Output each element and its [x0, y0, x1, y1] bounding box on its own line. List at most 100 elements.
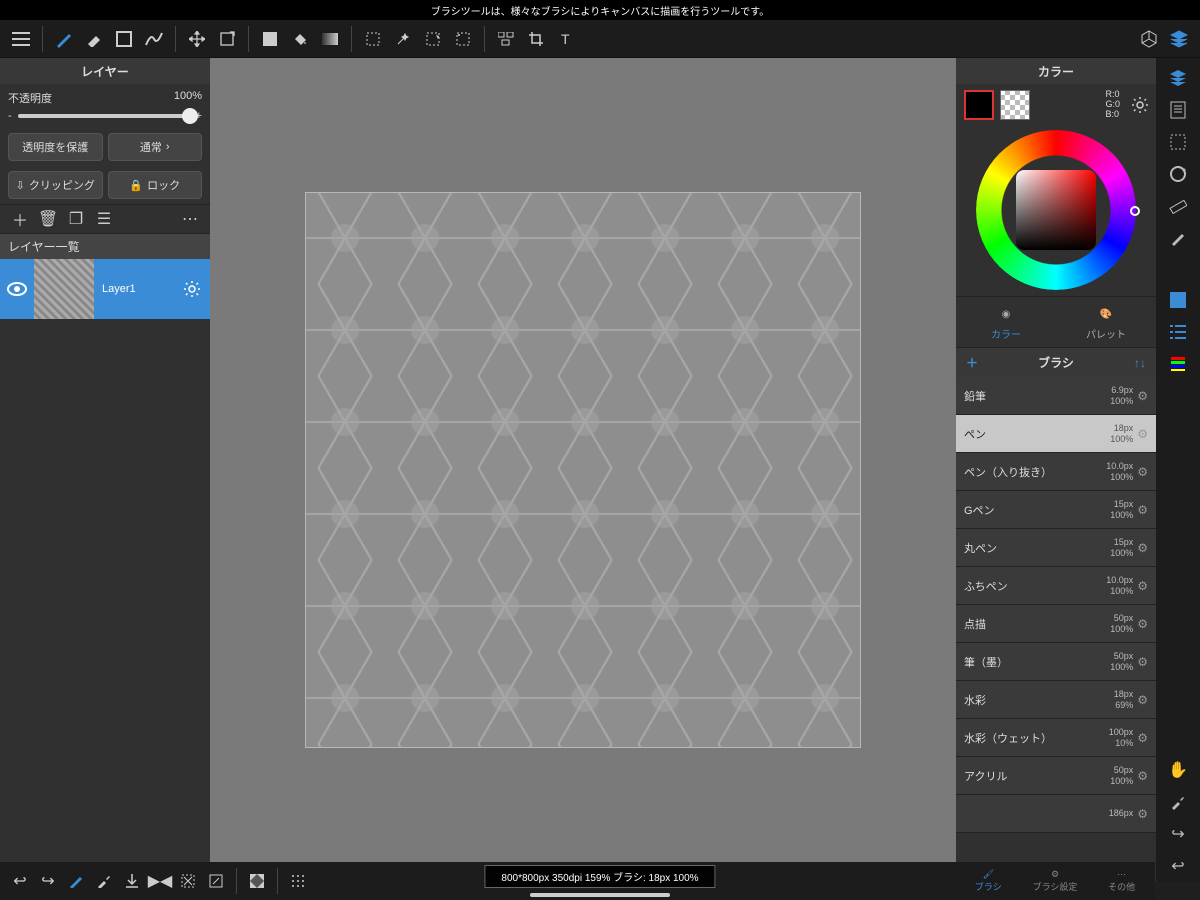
download-icon[interactable] — [118, 866, 146, 896]
brush-item-gear-icon[interactable]: ⚙ — [1137, 503, 1148, 517]
brush-item[interactable]: アクリル50px100%⚙ — [956, 757, 1156, 795]
rail-layers-icon[interactable] — [1163, 62, 1193, 94]
rail-hand-icon[interactable]: ✋ — [1163, 754, 1193, 786]
color-title: カラー — [956, 58, 1156, 84]
opacity-minus[interactable]: - — [8, 110, 12, 122]
brush-item[interactable]: 点描50px100%⚙ — [956, 605, 1156, 643]
gradient-tool-icon[interactable] — [315, 24, 345, 54]
bucket-tool-icon[interactable] — [285, 24, 315, 54]
brush-item-gear-icon[interactable]: ⚙ — [1137, 617, 1148, 631]
shape-tool-icon[interactable] — [109, 24, 139, 54]
undo-icon[interactable]: ↩ — [6, 866, 34, 896]
brush-item[interactable]: 丸ペン15px100%⚙ — [956, 529, 1156, 567]
brush-item[interactable]: ペン（入り抜き）10.0px100%⚙ — [956, 453, 1156, 491]
lock-button[interactable]: 🔒ロック — [108, 171, 203, 199]
tab-color[interactable]: ◉カラー — [956, 297, 1056, 347]
tab-palette[interactable]: 🎨パレット — [1056, 297, 1156, 347]
brush-item[interactable]: Gペン15px100%⚙ — [956, 491, 1156, 529]
brush-item-gear-icon[interactable]: ⚙ — [1137, 769, 1148, 783]
wand-tool-icon[interactable] — [388, 24, 418, 54]
brush-item-gear-icon[interactable]: ⚙ — [1137, 807, 1148, 821]
fill-tool-icon[interactable] — [255, 24, 285, 54]
brush-item[interactable]: 鉛筆6.9px100%⚙ — [956, 377, 1156, 415]
background-swatch[interactable] — [1000, 90, 1030, 120]
brush-add-icon[interactable]: ＋ — [966, 354, 978, 371]
tab-other[interactable]: ⋯その他 — [1088, 862, 1155, 900]
brush-item[interactable]: 水彩18px69%⚙ — [956, 681, 1156, 719]
color-settings-icon[interactable] — [1132, 97, 1148, 113]
brush-item-gear-icon[interactable]: ⚙ — [1137, 731, 1148, 745]
brush-item-gear-icon[interactable]: ⚙ — [1137, 693, 1148, 707]
path-tool-icon[interactable] — [139, 24, 169, 54]
brush-item-gear-icon[interactable]: ⚙ — [1137, 427, 1148, 441]
brush-meta: 50px100% — [1110, 765, 1133, 786]
brush-item[interactable]: 186px⚙ — [956, 795, 1156, 833]
redo-icon[interactable]: ↪ — [34, 866, 62, 896]
brush-item-gear-icon[interactable]: ⚙ — [1137, 389, 1148, 403]
select-modify-icon[interactable] — [418, 24, 448, 54]
material-icon[interactable] — [243, 866, 271, 896]
eraser-tool-icon[interactable] — [79, 24, 109, 54]
lasso-icon[interactable] — [448, 24, 478, 54]
brush-item-gear-icon[interactable]: ⚙ — [1137, 541, 1148, 555]
brush-sort-icon[interactable]: ↑↓ — [1134, 356, 1146, 370]
layer-settings-icon[interactable] — [174, 280, 210, 298]
rail-color-icon[interactable] — [1163, 284, 1193, 316]
transform-tool-icon[interactable] — [212, 24, 242, 54]
rail-list-icon[interactable] — [1163, 316, 1193, 348]
canvas[interactable] — [305, 192, 861, 748]
brush-tool-icon[interactable] — [49, 24, 79, 54]
color-wheel[interactable] — [976, 130, 1136, 290]
brush-meta: 15px100% — [1110, 537, 1133, 558]
rail-navigator-icon[interactable] — [1163, 158, 1193, 190]
visibility-icon[interactable] — [0, 282, 34, 296]
crop-icon[interactable] — [521, 24, 551, 54]
opacity-slider[interactable] — [18, 114, 190, 118]
3d-icon[interactable] — [1134, 24, 1164, 54]
blend-mode-button[interactable]: 通常› — [108, 133, 203, 161]
protect-alpha-button[interactable]: 透明度を保護 — [8, 133, 103, 161]
move-tool-icon[interactable] — [182, 24, 212, 54]
text-tool-icon[interactable]: T — [551, 24, 581, 54]
rail-selection-icon[interactable] — [1163, 126, 1193, 158]
brush-title: ブラシ — [1038, 354, 1074, 371]
brush-item-gear-icon[interactable]: ⚙ — [1137, 655, 1148, 669]
layers-icon[interactable] — [1164, 24, 1194, 54]
brush-item[interactable]: ペン18px100%⚙ — [956, 415, 1156, 453]
rail-redo-icon[interactable]: ↪ — [1163, 818, 1193, 850]
rail-eyedropper-icon[interactable] — [1163, 786, 1193, 818]
deselect-icon[interactable] — [174, 866, 202, 896]
tooltip-bar: ブラシツールは、様々なブラシによりキャンバスに描画を行うツールです。 — [0, 0, 1200, 20]
rail-undo-icon[interactable]: ↩ — [1163, 850, 1193, 882]
foreground-swatch[interactable] — [964, 90, 994, 120]
align-icon[interactable] — [491, 24, 521, 54]
brush-item[interactable]: 水彩（ウェット）100px10%⚙ — [956, 719, 1156, 757]
brush-quick-icon[interactable] — [62, 866, 90, 896]
rail-swatches-icon[interactable] — [1163, 348, 1193, 380]
select-rect-icon[interactable] — [358, 24, 388, 54]
delete-layer-icon[interactable]: 🗑 — [38, 209, 58, 229]
grid-icon[interactable] — [284, 866, 312, 896]
brush-item[interactable]: 筆（墨）50px100%⚙ — [956, 643, 1156, 681]
home-indicator — [530, 893, 670, 897]
layer-more-icon[interactable]: ⋯ — [180, 209, 200, 229]
layer-row[interactable]: Layer1 — [0, 259, 210, 319]
brush-item[interactable]: ふちペン10.0px100%⚙ — [956, 567, 1156, 605]
rail-document-icon[interactable] — [1163, 94, 1193, 126]
layer-list-icon[interactable]: ☰ — [94, 209, 114, 229]
brush-item-gear-icon[interactable]: ⚙ — [1137, 465, 1148, 479]
edit-icon[interactable] — [202, 866, 230, 896]
clipping-button[interactable]: ⇩クリッピング — [8, 171, 103, 199]
duplicate-layer-icon[interactable]: ❐ — [66, 209, 86, 229]
eyedropper-icon[interactable] — [90, 866, 118, 896]
canvas-area[interactable] — [210, 58, 956, 882]
rail-ruler-icon[interactable] — [1163, 190, 1193, 222]
brush-item-gear-icon[interactable]: ⚙ — [1137, 579, 1148, 593]
menu-icon[interactable] — [6, 24, 36, 54]
rail-brush-icon[interactable] — [1163, 222, 1193, 254]
add-layer-icon[interactable]: ＋ — [10, 209, 30, 229]
tab-brush[interactable]: 🖌ブラシ — [955, 862, 1022, 900]
flip-icon[interactable]: ▶◀ — [146, 866, 174, 896]
tab-brush-settings[interactable]: ⚙ブラシ設定 — [1022, 862, 1089, 900]
layer-list-label: レイヤー一覧 — [0, 234, 210, 259]
